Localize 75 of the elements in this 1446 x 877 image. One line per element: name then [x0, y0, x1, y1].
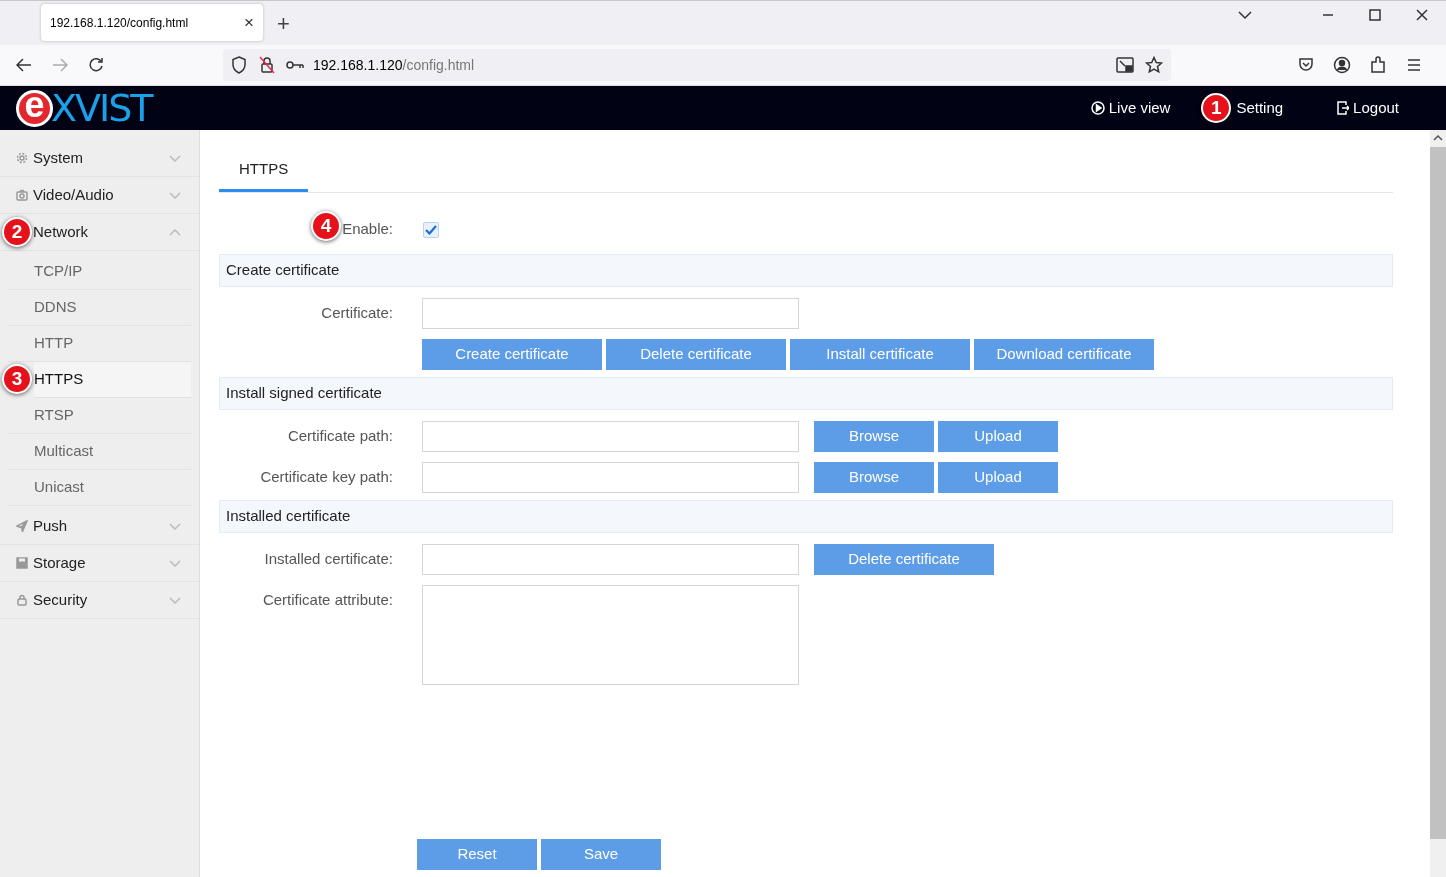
- callout-badge: 4: [311, 211, 341, 242]
- field-label: Certificate path:: [286, 426, 393, 447]
- nav-link[interactable]: Logout: [1337, 96, 1399, 120]
- scrollbar-thumb[interactable]: [1430, 147, 1446, 839]
- menu-icon[interactable]: [1407, 59, 1421, 71]
- button[interactable]: Install certificate: [790, 339, 970, 370]
- input-field[interactable]: [422, 298, 799, 329]
- back-arrow-icon[interactable]: [16, 58, 32, 72]
- input-field[interactable]: [422, 544, 799, 575]
- logout-icon: [1337, 101, 1350, 115]
- section-header: Create certificate: [219, 254, 1393, 287]
- tab-title: 192.168.1.120/config.html: [50, 14, 190, 32]
- submenu-item[interactable]: Unicast: [8, 470, 191, 506]
- field-label: Certificate:: [320, 303, 393, 324]
- button[interactable]: Save: [541, 839, 661, 870]
- address-bar[interactable]: 192.168.1.120/config.html: [223, 49, 1171, 81]
- lock-icon: [16, 594, 28, 606]
- browser-tab[interactable]: 192.168.1.120/config.html ×: [41, 4, 263, 41]
- url-text: 192.168.1.120/config.html: [313, 55, 476, 75]
- sidebar-item[interactable]: System: [0, 140, 199, 177]
- button[interactable]: Upload: [938, 462, 1058, 493]
- submenu-item[interactable]: HTTPS: [34, 362, 191, 398]
- sidebar-item[interactable]: Push: [0, 508, 199, 545]
- button[interactable]: Delete certificate: [606, 339, 786, 370]
- star-icon[interactable]: [1145, 56, 1163, 74]
- logo-text: XVIST: [51, 88, 152, 128]
- submenu-item[interactable]: TCP/IP: [8, 254, 191, 290]
- button[interactable]: Delete certificate: [814, 544, 994, 575]
- chevron-down-icon[interactable]: [1238, 10, 1252, 20]
- callout-badge: 1: [1201, 92, 1232, 123]
- button[interactable]: Reset: [417, 839, 537, 870]
- tab[interactable]: HTTPS: [219, 150, 309, 192]
- checkmark-icon: [425, 224, 437, 235]
- button[interactable]: Create certificate: [422, 339, 602, 370]
- field-label: Installed certificate:: [263, 549, 393, 570]
- sidebar-item[interactable]: Video/Audio: [0, 177, 199, 214]
- nav-link[interactable]: Setting: [1236, 96, 1284, 120]
- scroll-up-icon[interactable]: [1433, 135, 1443, 141]
- close-icon[interactable]: [1416, 9, 1428, 21]
- field-label: Enable:: [342, 219, 393, 240]
- button[interactable]: Download certificate: [974, 339, 1154, 370]
- nav-link[interactable]: Live view: [1090, 96, 1171, 120]
- account-icon[interactable]: [1333, 56, 1351, 74]
- section-header: Installed certificate: [219, 500, 1393, 533]
- maximize-icon[interactable]: [1369, 9, 1381, 21]
- field-label: Certificate key path:: [259, 467, 393, 488]
- sidebar-item[interactable]: Storage: [0, 545, 199, 582]
- submenu-item[interactable]: Multicast: [8, 434, 191, 470]
- key-icon: [286, 60, 304, 70]
- reload-icon[interactable]: [88, 57, 104, 73]
- tab-close-button[interactable]: ×: [244, 9, 254, 36]
- callout-badge: 2: [2, 217, 32, 247]
- callout-badge: 3: [2, 364, 32, 394]
- gear-icon: [16, 152, 28, 164]
- pocket-icon[interactable]: [1298, 57, 1314, 73]
- sidebar-item[interactable]: Security: [0, 582, 199, 619]
- button[interactable]: Browse: [814, 421, 934, 452]
- camera-icon: [16, 189, 28, 201]
- paper-plane-icon: [16, 520, 28, 532]
- section-header: Install signed certificate: [219, 377, 1393, 410]
- input-field[interactable]: [422, 421, 799, 452]
- extensions-icon[interactable]: [1370, 56, 1386, 74]
- input-field[interactable]: [422, 462, 799, 493]
- logo-mark: e: [16, 89, 53, 127]
- picture-in-picture-icon[interactable]: [1116, 57, 1134, 73]
- enable-checkbox[interactable]: [423, 221, 439, 238]
- shield-icon: [231, 56, 247, 74]
- field-label: Certificate attribute:: [261, 590, 393, 611]
- button[interactable]: Upload: [938, 421, 1058, 452]
- button[interactable]: Browse: [814, 462, 934, 493]
- submenu-item[interactable]: DDNS: [8, 290, 191, 326]
- submenu-item[interactable]: RTSP: [8, 398, 191, 434]
- new-tab-button[interactable]: +: [277, 13, 290, 35]
- play-icon: [1090, 101, 1105, 115]
- insecure-lock-icon: [259, 56, 275, 74]
